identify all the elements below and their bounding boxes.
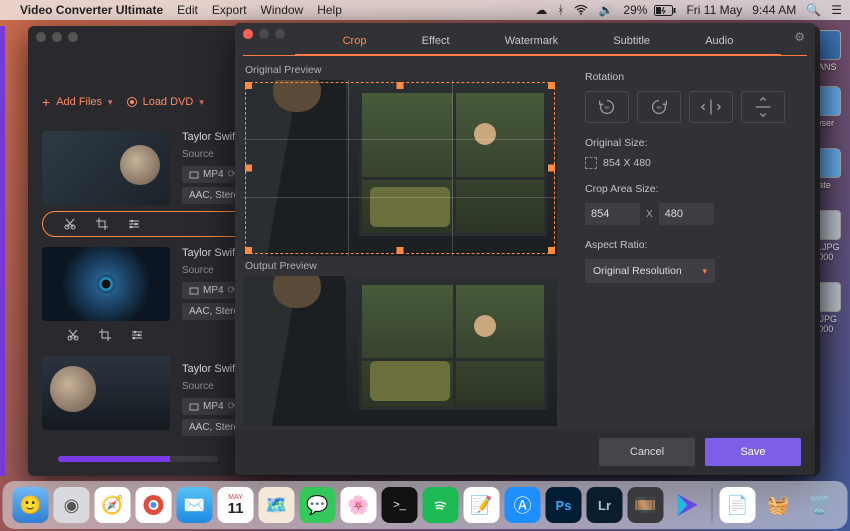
dock-stack-downloads[interactable]: 🧺 [761, 487, 797, 523]
dock-app-terminal[interactable]: >_ [382, 487, 418, 523]
dock-app-notes[interactable]: 📝 [464, 487, 500, 523]
dock-app-photos[interactable]: 🌸 [341, 487, 377, 523]
notification-center-icon[interactable]: ☰ [831, 3, 842, 17]
crop-icon[interactable] [98, 328, 112, 342]
plus-icon: + [42, 97, 50, 107]
crop-height-input[interactable] [659, 203, 714, 225]
dock-trash[interactable]: 🗑️ [802, 487, 838, 523]
disc-icon [127, 97, 137, 107]
dock-stack-documents[interactable]: 📄 [720, 487, 756, 523]
chevron-down-icon: ▾ [702, 266, 707, 277]
add-files-button[interactable]: + Add Files ▾ [42, 96, 113, 108]
chevron-down-icon: ▾ [108, 97, 113, 108]
original-size-value: 854 X 480 [603, 157, 651, 169]
dock-app-converter[interactable]: 🎞️ [628, 487, 664, 523]
rotate-ccw-button[interactable]: 90 [585, 91, 629, 123]
rotation-label: Rotation [585, 71, 797, 83]
mac-dock: 🙂 ◉ 🧭 ✉️ MAY11 🗺️ 💬 🌸 >_ 📝 Ⓐ Ps Lr 🎞️ 📄 … [3, 481, 848, 529]
dock-app-mail[interactable]: ✉️ [177, 487, 213, 523]
dock-app-spotify[interactable] [423, 487, 459, 523]
trim-icon[interactable] [63, 217, 77, 231]
convert-progress [58, 456, 218, 462]
menu-help[interactable]: Help [317, 3, 342, 17]
original-size-label: Original Size: [585, 137, 797, 149]
tab-crop[interactable]: Crop [341, 29, 369, 53]
menu-export[interactable]: Export [212, 3, 247, 17]
menu-edit[interactable]: Edit [177, 3, 198, 17]
format-badge[interactable]: MP4⟳ [182, 282, 243, 299]
settings-icon[interactable]: ⚙ [794, 30, 805, 44]
status-time[interactable]: 9:44 AM [752, 3, 796, 17]
format-badge[interactable]: MP4⟳ [182, 398, 243, 415]
menu-window[interactable]: Window [261, 3, 304, 17]
app-menu[interactable]: Video Converter Ultimate [20, 3, 163, 17]
dock-app-lightroom[interactable]: Lr [587, 487, 623, 523]
adjust-icon[interactable] [130, 328, 144, 342]
dock-app-appstore[interactable]: Ⓐ [505, 487, 541, 523]
status-battery[interactable]: 29% [623, 3, 676, 17]
editor-tabs: Crop Effect Watermark Subtitle Audio [295, 27, 781, 55]
dock-app-photoshop[interactable]: Ps [546, 487, 582, 523]
spotlight-icon[interactable]: 🔍 [806, 3, 821, 17]
tab-audio[interactable]: Audio [703, 29, 735, 53]
status-bluetooth-icon[interactable]: ᚼ [557, 3, 564, 17]
flip-horizontal-button[interactable] [689, 91, 733, 123]
dock-app-safari[interactable]: 🧭 [95, 487, 131, 523]
editor-dialog: ⚙ Crop Effect Watermark Subtitle Audio O… [235, 23, 815, 475]
trim-icon[interactable] [66, 328, 80, 342]
dock-app-maps[interactable]: 🗺️ [259, 487, 295, 523]
tab-subtitle[interactable]: Subtitle [611, 29, 652, 53]
svg-text:90: 90 [656, 105, 662, 110]
rotate-cw-button[interactable]: 90 [637, 91, 681, 123]
format-badge[interactable]: MP4⟳ [182, 166, 243, 183]
mac-menubar: Video Converter Ultimate Edit Export Win… [0, 0, 850, 20]
window-traffic-lights[interactable] [36, 32, 78, 42]
tab-watermark[interactable]: Watermark [503, 29, 560, 53]
load-dvd-button[interactable]: Load DVD ▾ [127, 96, 204, 108]
svg-text:90: 90 [604, 105, 610, 110]
crop-area-label: Crop Area Size: [585, 183, 797, 195]
dock-app-launchpad[interactable]: ◉ [54, 487, 90, 523]
aspect-ratio-label: Aspect Ratio: [585, 239, 797, 251]
crop-icon[interactable] [95, 217, 109, 231]
flip-vertical-button[interactable] [741, 91, 785, 123]
dimension-separator: X [646, 209, 653, 220]
media-thumbnail[interactable] [42, 131, 170, 205]
tab-effect[interactable]: Effect [420, 29, 452, 53]
expand-icon [585, 157, 597, 169]
media-thumbnail[interactable] [42, 356, 170, 430]
chevron-down-icon: ▾ [199, 97, 204, 108]
media-thumbnail[interactable] [42, 247, 170, 321]
status-wifi-icon[interactable] [574, 5, 588, 15]
save-button[interactable]: Save [705, 438, 801, 466]
window-accent-stripe [0, 26, 5, 476]
original-preview[interactable] [243, 80, 557, 256]
aspect-ratio-select[interactable]: Original Resolution▾ [585, 259, 715, 283]
crop-width-input[interactable] [585, 203, 640, 225]
dock-app-chrome[interactable] [136, 487, 172, 523]
status-volume-icon[interactable]: 🔊 [598, 3, 613, 17]
dock-app-play[interactable] [669, 487, 705, 523]
cancel-button[interactable]: Cancel [599, 438, 695, 466]
tabs-underline [243, 55, 807, 56]
dock-app-calendar[interactable]: MAY11 [218, 487, 254, 523]
status-date[interactable]: Fri 11 May [686, 3, 742, 17]
adjust-icon[interactable] [127, 217, 141, 231]
dock-app-finder[interactable]: 🙂 [13, 487, 49, 523]
status-cloud-icon[interactable]: ☁︎ [535, 3, 547, 17]
original-preview-label: Original Preview [245, 64, 561, 76]
dock-separator [712, 488, 713, 522]
dock-app-messages[interactable]: 💬 [300, 487, 336, 523]
output-preview-label: Output Preview [245, 260, 561, 272]
output-preview [243, 276, 557, 426]
dialog-traffic-lights[interactable] [243, 29, 285, 39]
